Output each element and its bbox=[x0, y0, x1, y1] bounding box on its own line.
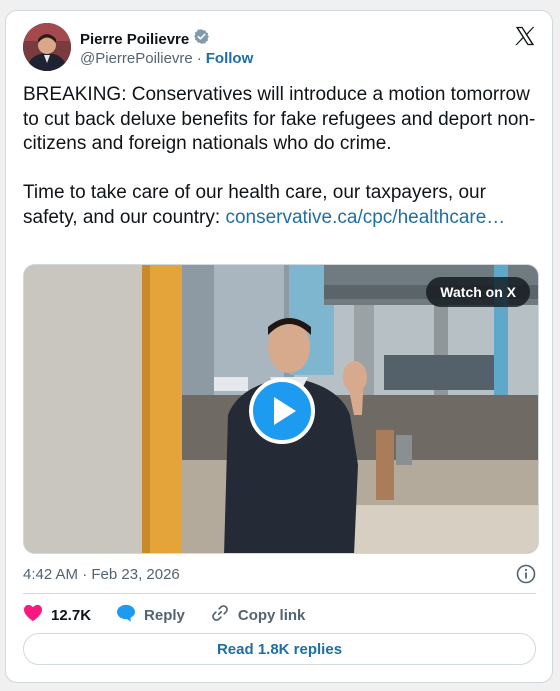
read-replies-label: Read 1.8K replies bbox=[216, 640, 343, 658]
author-name-row: Pierre Poilievre bbox=[80, 28, 210, 50]
avatar[interactable] bbox=[23, 23, 71, 71]
reply-label: Reply bbox=[144, 606, 185, 624]
avatar-photo bbox=[23, 23, 71, 71]
play-icon[interactable] bbox=[249, 378, 315, 444]
tweet-timestamp[interactable]: 4:42 AM · Feb 23, 2026 bbox=[23, 566, 180, 583]
tweet-link[interactable]: conservative.ca/cpc/healthcare… bbox=[225, 207, 505, 228]
copy-link-button[interactable]: Copy link bbox=[210, 603, 306, 627]
author-handle[interactable]: @PierrePoilievre bbox=[80, 50, 193, 67]
watch-on-x-button[interactable]: Watch on X bbox=[426, 277, 530, 307]
verified-badge-icon bbox=[193, 28, 210, 50]
tweet-text: BREAKING: Conservatives will introduce a… bbox=[23, 83, 538, 230]
info-icon[interactable] bbox=[516, 564, 536, 584]
like-button[interactable]: 12.7K bbox=[23, 604, 91, 626]
video-thumbnail[interactable]: Watch on X bbox=[23, 264, 539, 554]
action-bar: 12.7K Reply Copy link bbox=[23, 603, 330, 627]
link-icon bbox=[210, 603, 230, 627]
like-count: 12.7K bbox=[51, 606, 92, 624]
author-handle-row: @PierrePoilievre · Follow bbox=[80, 50, 253, 67]
divider bbox=[23, 593, 536, 594]
author-name[interactable]: Pierre Poilievre bbox=[80, 31, 189, 48]
follow-button[interactable]: Follow bbox=[206, 50, 254, 67]
read-replies-button[interactable]: Read 1.8K replies bbox=[23, 633, 536, 665]
tweet-card: Pierre Poilievre @PierrePoilievre · Foll… bbox=[5, 10, 553, 683]
reply-button[interactable]: Reply bbox=[116, 604, 185, 626]
reply-bubble-icon bbox=[116, 604, 136, 626]
x-logo-icon[interactable] bbox=[514, 25, 536, 47]
heart-icon bbox=[23, 604, 43, 626]
copy-link-label: Copy link bbox=[237, 606, 306, 624]
handle-separator: · bbox=[196, 50, 202, 67]
